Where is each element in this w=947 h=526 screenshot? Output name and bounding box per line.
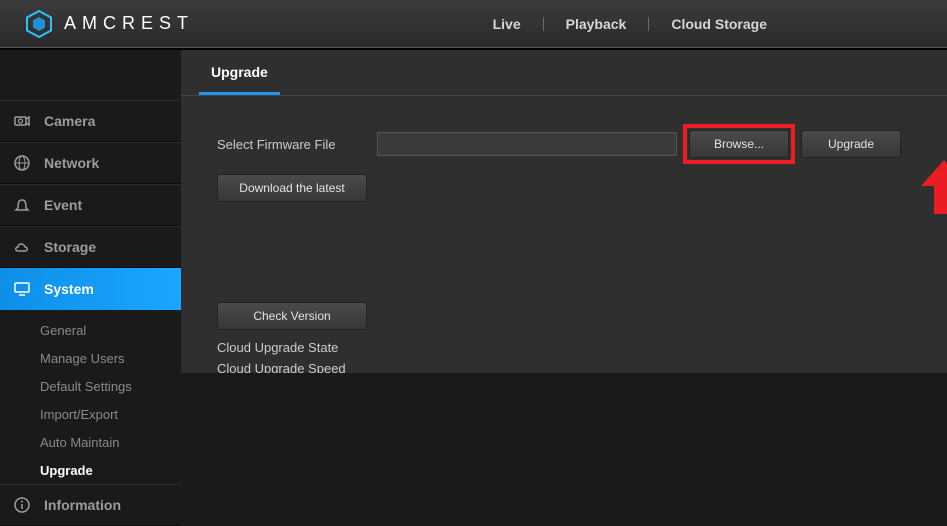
sidebar-item-storage[interactable]: Storage xyxy=(0,226,181,268)
upgrade-panel: Select Firmware File Browse... Upgrade D… xyxy=(181,96,947,410)
select-firmware-label: Select Firmware File xyxy=(217,137,377,152)
subnav-import-export[interactable]: Import/Export xyxy=(0,400,181,428)
brand-hexagon-icon xyxy=(26,10,52,38)
subnav-upgrade[interactable]: Upgrade xyxy=(0,456,181,484)
check-version-row: Check Version xyxy=(217,302,911,330)
nav-separator xyxy=(543,17,544,31)
download-row: Download the latest xyxy=(217,174,911,202)
info-icon xyxy=(12,495,32,515)
download-latest-button[interactable]: Download the latest xyxy=(217,174,367,202)
nav-live[interactable]: Live xyxy=(489,16,525,32)
brand-logo: AMCREST xyxy=(26,10,194,38)
sidebar-item-camera[interactable]: Camera xyxy=(0,100,181,142)
nav-separator xyxy=(648,17,649,31)
browse-highlight-box: Browse... xyxy=(683,124,795,164)
firmware-row: Select Firmware File Browse... Upgrade xyxy=(217,124,911,164)
sidebar-item-label: Camera xyxy=(44,113,95,129)
callout-arrow-icon xyxy=(921,160,947,219)
check-version-button[interactable]: Check Version xyxy=(217,302,367,330)
nav-cloud-storage[interactable]: Cloud Storage xyxy=(667,16,771,32)
content-bottom-fill xyxy=(181,373,947,518)
header-bar: AMCREST Live Playback Cloud Storage xyxy=(0,0,947,48)
upgrade-button[interactable]: Upgrade xyxy=(801,130,901,158)
monitor-icon xyxy=(12,279,32,299)
sidebar-item-label: Storage xyxy=(44,239,96,255)
nav-playback[interactable]: Playback xyxy=(562,16,631,32)
cloud-upgrade-state-label: Cloud Upgrade State xyxy=(217,340,911,355)
globe-icon xyxy=(12,153,32,173)
sidebar-item-label: Event xyxy=(44,197,82,213)
content-tabs: Upgrade xyxy=(181,50,947,96)
top-nav: Live Playback Cloud Storage xyxy=(489,16,771,32)
firmware-file-input[interactable] xyxy=(377,132,677,156)
subnav-manage-users[interactable]: Manage Users xyxy=(0,344,181,372)
camera-icon xyxy=(12,111,32,131)
sidebar-item-information[interactable]: Information xyxy=(0,484,181,526)
cloud-icon xyxy=(12,237,32,257)
bell-icon xyxy=(12,195,32,215)
browse-button[interactable]: Browse... xyxy=(689,130,789,158)
subnav-default-settings[interactable]: Default Settings xyxy=(0,372,181,400)
subnav-auto-maintain[interactable]: Auto Maintain xyxy=(0,428,181,456)
brand-name: AMCREST xyxy=(64,13,194,34)
sidebar: Camera Network Event Storage System xyxy=(0,50,181,518)
sidebar-item-network[interactable]: Network xyxy=(0,142,181,184)
system-subnav: General Manage Users Default Settings Im… xyxy=(0,310,181,484)
sidebar-item-label: Information xyxy=(44,497,121,513)
sidebar-item-system[interactable]: System xyxy=(0,268,181,310)
tab-upgrade[interactable]: Upgrade xyxy=(199,50,280,95)
subnav-general[interactable]: General xyxy=(0,316,181,344)
spacer xyxy=(217,212,911,302)
sidebar-item-label: Network xyxy=(44,155,99,171)
sidebar-item-label: System xyxy=(44,281,94,297)
sidebar-item-event[interactable]: Event xyxy=(0,184,181,226)
